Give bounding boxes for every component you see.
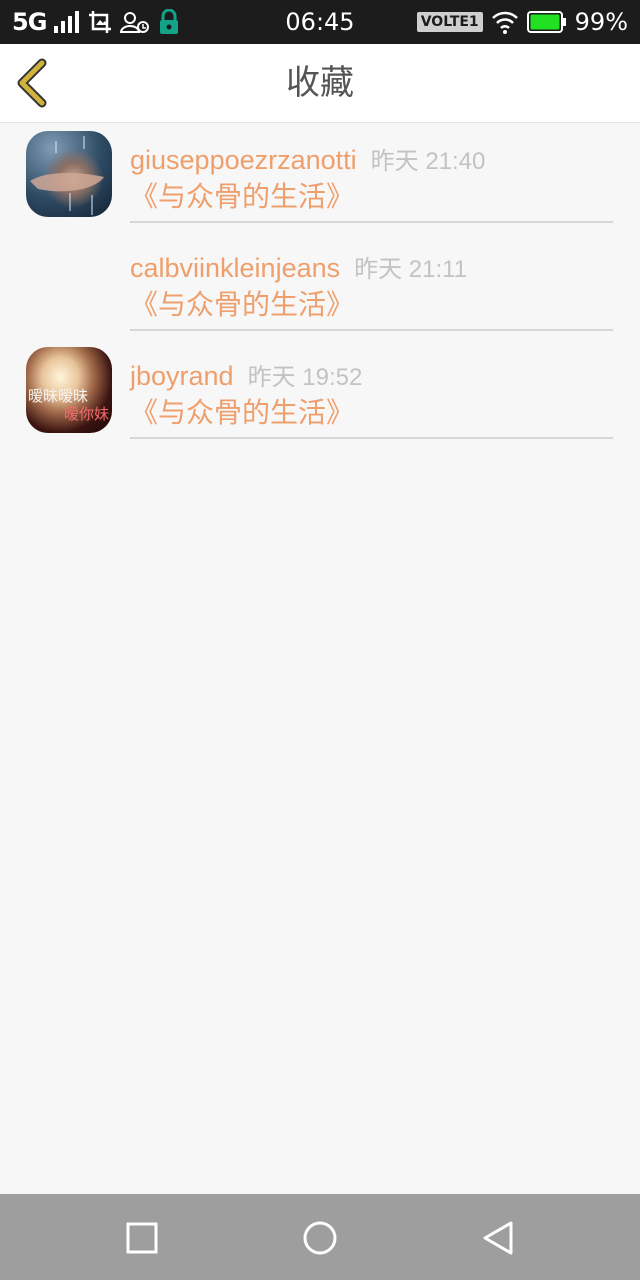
username[interactable]: giuseppoezrzanotti: [130, 145, 357, 175]
rain-hand-avatar: [30, 136, 104, 215]
list-item[interactable]: giuseppoezrzanotti 昨天 21:40 《与众骨的生活》: [0, 123, 640, 231]
book-title[interactable]: 《与众骨的生活》: [130, 175, 354, 215]
avatar-caption-line2: 暧你妹: [64, 405, 110, 423]
header-bar: 收藏: [0, 44, 640, 123]
avatar[interactable]: 暧昧暧昧 暧你妹: [26, 347, 112, 433]
battery-percent: 99%: [574, 8, 628, 36]
recent-apps-button[interactable]: [118, 1214, 166, 1262]
item-content: calbviinkleinjeans 昨天 21:11 《与众骨的生活》: [130, 231, 613, 331]
wifi-icon: [491, 11, 518, 34]
back-icon: [483, 1221, 513, 1255]
list-item[interactable]: 暧昧暧昧 暧你妹 jboyrand 昨天 19:52 《与众骨的生活》: [0, 339, 640, 447]
user-line: calbviinkleinjeans 昨天 21:11: [130, 249, 467, 284]
timestamp: 昨天 19:52: [247, 364, 363, 391]
user-line: jboyrand 昨天 19:52: [130, 357, 362, 392]
status-right: VOLTE1 99%: [416, 0, 628, 44]
timestamp: 昨天 21:40: [370, 148, 486, 175]
list-item[interactable]: calbviinkleinjeans 昨天 21:11 《与众骨的生活》: [0, 231, 640, 339]
battery-icon: [526, 11, 566, 33]
home-button[interactable]: [296, 1214, 344, 1262]
recent-apps-icon: [126, 1222, 158, 1254]
avatar[interactable]: [26, 131, 112, 217]
book-title[interactable]: 《与众骨的生活》: [130, 391, 354, 431]
status-bar: 5G 06:45 VOLTE1 99%: [0, 0, 640, 44]
item-content: jboyrand 昨天 19:52 《与众骨的生活》: [130, 339, 613, 439]
username[interactable]: calbviinkleinjeans: [130, 253, 340, 283]
timestamp: 昨天 21:11: [354, 256, 468, 283]
username[interactable]: jboyrand: [130, 361, 234, 391]
user-line: giuseppoezrzanotti 昨天 21:40: [130, 141, 485, 176]
favorites-list: giuseppoezrzanotti 昨天 21:40 《与众骨的生活》 calb…: [0, 123, 640, 447]
volte-badge: VOLTE1: [416, 12, 483, 32]
page-title: 收藏: [286, 63, 354, 103]
back-nav-button[interactable]: [474, 1214, 522, 1262]
book-title[interactable]: 《与众骨的生活》: [130, 283, 354, 323]
item-content: giuseppoezrzanotti 昨天 21:40 《与众骨的生活》: [130, 123, 613, 223]
home-icon: [303, 1221, 337, 1255]
navigation-bar: [0, 1194, 640, 1280]
